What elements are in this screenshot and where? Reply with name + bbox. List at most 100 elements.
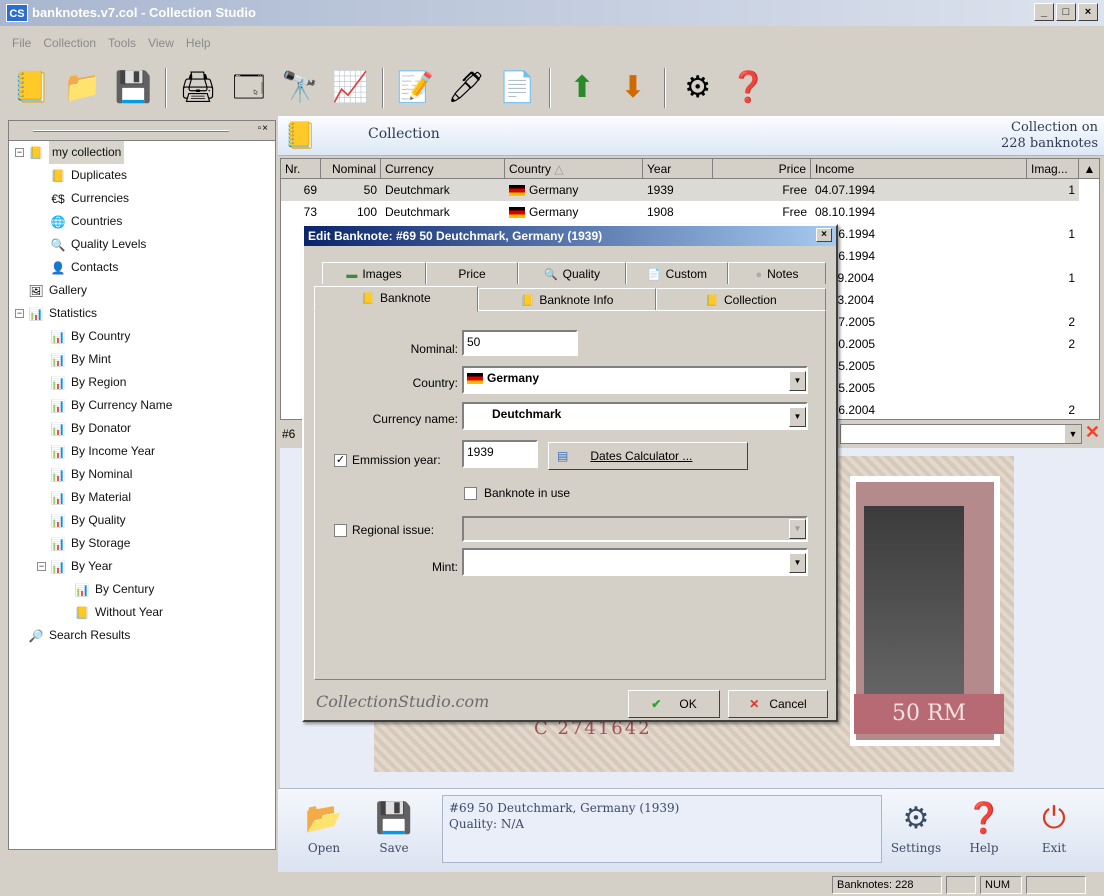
sidebar-controls[interactable]: ▫× bbox=[258, 123, 269, 134]
table-cell-images[interactable]: 2 bbox=[1027, 399, 1079, 419]
tab-notes[interactable]: ● Notes bbox=[728, 262, 826, 284]
menu-collection[interactable]: Collection bbox=[43, 36, 96, 56]
table-cell-year[interactable]: 1939 bbox=[643, 179, 713, 201]
table-cell-income[interactable]: 03.10.2005 bbox=[811, 333, 1027, 355]
table-cell-currency[interactable]: Deutchmark bbox=[381, 179, 505, 201]
delete-doc-icon[interactable]: 📄 bbox=[496, 66, 539, 110]
dropdown-arrow-icon[interactable]: ▼ bbox=[1065, 425, 1081, 443]
export-icon[interactable]: ⬇ bbox=[611, 66, 654, 110]
table-cell-images[interactable]: 1 bbox=[1027, 179, 1079, 201]
table-cell-country[interactable]: Germany bbox=[505, 201, 643, 223]
table-cell-income[interactable]: 02.27.2005 bbox=[811, 311, 1027, 333]
tab-banknote[interactable]: 📒 Banknote bbox=[314, 286, 478, 312]
table-cell-income[interactable]: 08.10.1994 bbox=[811, 201, 1027, 223]
banknote-in-use-checkbox[interactable] bbox=[464, 487, 477, 500]
save-button[interactable]: 💾 Save bbox=[364, 797, 424, 855]
table-cell-income[interactable]: 04.07.1994 bbox=[811, 179, 1027, 201]
tab-custom[interactable]: 📄 Custom bbox=[626, 262, 728, 284]
table-cell-nominal[interactable]: 50 bbox=[321, 179, 381, 201]
mint-select[interactable]: ▼ bbox=[462, 548, 808, 576]
table-cell-income[interactable]: 04.06.1994 bbox=[811, 223, 1027, 245]
tree-item-by-nominal[interactable]: 📊 By Nominal bbox=[9, 463, 275, 486]
new-collection-icon[interactable]: 📁 bbox=[61, 66, 104, 110]
mint-dropdown-arrow-icon[interactable]: ▼ bbox=[789, 553, 806, 573]
tree-item-by-material[interactable]: 📊 By Material bbox=[9, 486, 275, 509]
cancel-button[interactable]: ✕ Cancel bbox=[728, 690, 828, 718]
exit-button[interactable]: ⏻ Exit bbox=[1024, 797, 1084, 855]
col-header-nr[interactable]: Nr. bbox=[281, 159, 321, 179]
dates-calculator-button[interactable]: ▤ Dates Calculator ... bbox=[548, 442, 748, 470]
table-cell-income[interactable]: 05.15.2005 bbox=[811, 377, 1027, 399]
sidebar-grip[interactable] bbox=[33, 130, 229, 132]
menu-view[interactable]: View bbox=[148, 36, 174, 56]
table-cell-nominal[interactable]: 100 bbox=[321, 201, 381, 223]
table-cell-income[interactable]: 10.26.2004 bbox=[811, 399, 1027, 419]
col-header-images[interactable]: Imag... bbox=[1027, 159, 1079, 179]
clear-filter-icon[interactable]: ✕ bbox=[1085, 422, 1100, 443]
nominal-input[interactable]: 50 bbox=[462, 330, 578, 356]
minimize-button[interactable]: _ bbox=[1034, 3, 1054, 21]
edit-icon[interactable]: 📝 bbox=[394, 66, 437, 110]
menu-file[interactable]: File bbox=[12, 36, 31, 56]
help-icon[interactable]: ❓ bbox=[727, 66, 770, 110]
table-cell-income[interactable]: 05.15.2005 bbox=[811, 355, 1027, 377]
table-cell-images[interactable] bbox=[1027, 201, 1079, 223]
col-header-nominal[interactable]: Nominal bbox=[321, 159, 381, 179]
tree-item-by-storage[interactable]: 📊 By Storage bbox=[9, 532, 275, 555]
emission-year-input[interactable]: 1939 bbox=[462, 440, 538, 468]
settings-icon[interactable]: ⚙ bbox=[676, 66, 719, 110]
help-button[interactable]: ❓ Help bbox=[954, 797, 1014, 855]
tree-item-without-year[interactable]: 📒 Without Year bbox=[9, 601, 275, 624]
settings-button[interactable]: ⚙ Settings bbox=[886, 797, 946, 855]
tree-item-by-country[interactable]: 📊 By Country bbox=[9, 325, 275, 348]
tree-item-statistics[interactable]: − 📊 Statistics bbox=[9, 302, 275, 325]
tree-item-by-year[interactable]: − 📊 By Year bbox=[9, 555, 275, 578]
col-header-currency[interactable]: Currency bbox=[381, 159, 505, 179]
tab-quality[interactable]: 🔍 Quality bbox=[518, 262, 626, 284]
open-button[interactable]: 📂 Open bbox=[294, 797, 354, 855]
tree-item-duplicates[interactable]: 📒 Duplicates bbox=[9, 164, 275, 187]
window-icon[interactable]: 🗔 bbox=[227, 66, 270, 110]
table-cell-nr[interactable]: 73 bbox=[281, 201, 321, 223]
table-cell-currency[interactable]: Deutchmark bbox=[381, 201, 505, 223]
tree-item-search-results[interactable]: 🔎 Search Results bbox=[9, 624, 275, 647]
pen-icon[interactable]: 🖊 bbox=[445, 66, 488, 110]
table-cell-income[interactable]: 11.23.2004 bbox=[811, 289, 1027, 311]
tree-item-by-mint[interactable]: 📊 By Mint bbox=[9, 348, 275, 371]
country-dropdown-arrow-icon[interactable]: ▼ bbox=[789, 371, 806, 391]
table-cell-images[interactable]: 1 bbox=[1027, 267, 1079, 289]
table-cell-images[interactable] bbox=[1027, 377, 1079, 399]
col-header-income[interactable]: Income bbox=[811, 159, 1027, 179]
scroll-up-icon[interactable]: ▲ bbox=[1079, 159, 1099, 179]
collapse-icon[interactable]: − bbox=[15, 148, 24, 157]
col-header-price[interactable]: Price bbox=[713, 159, 811, 179]
open-collection-icon[interactable]: 📒 bbox=[10, 66, 53, 110]
tab-banknote-info[interactable]: 📒 Banknote Info bbox=[478, 288, 656, 310]
table-cell-price[interactable]: Free bbox=[713, 179, 811, 201]
menu-help[interactable]: Help bbox=[186, 36, 211, 56]
tree-item-by-century[interactable]: 📊 By Century bbox=[9, 578, 275, 601]
tree-item-by-quality[interactable]: 📊 By Quality bbox=[9, 509, 275, 532]
table-cell-year[interactable]: 1908 bbox=[643, 201, 713, 223]
tree-item-by-region[interactable]: 📊 By Region bbox=[9, 371, 275, 394]
save-icon[interactable]: 💾 bbox=[112, 66, 155, 110]
dialog-close-button[interactable]: × bbox=[816, 228, 832, 242]
table-cell-images[interactable] bbox=[1027, 355, 1079, 377]
import-icon[interactable]: ⬆ bbox=[561, 66, 604, 110]
tree-item-contacts[interactable]: 👤 Contacts bbox=[9, 256, 275, 279]
collapse-icon[interactable]: − bbox=[37, 562, 46, 571]
regional-issue-checkbox[interactable] bbox=[334, 524, 347, 537]
table-cell-nr[interactable]: 69 bbox=[281, 179, 321, 201]
tab-images[interactable]: ▬ Images bbox=[322, 262, 426, 284]
col-header-year[interactable]: Year bbox=[643, 159, 713, 179]
chart-icon[interactable]: 📈 bbox=[329, 66, 372, 110]
tree-item-by-currency-name[interactable]: 📊 By Currency Name bbox=[9, 394, 275, 417]
tab-price[interactable]: Price bbox=[426, 262, 518, 284]
col-header-country[interactable]: Country △ bbox=[505, 159, 643, 179]
tree-item-gallery[interactable]: 🖼 Gallery bbox=[9, 279, 275, 302]
table-cell-country[interactable]: Germany bbox=[505, 179, 643, 201]
currency-select[interactable]: Deutchmark ▼ bbox=[462, 402, 808, 430]
table-cell-images[interactable]: 2 bbox=[1027, 333, 1079, 355]
table-cell-price[interactable]: Free bbox=[713, 201, 811, 223]
table-cell-income[interactable]: 04.06.1994 bbox=[811, 245, 1027, 267]
